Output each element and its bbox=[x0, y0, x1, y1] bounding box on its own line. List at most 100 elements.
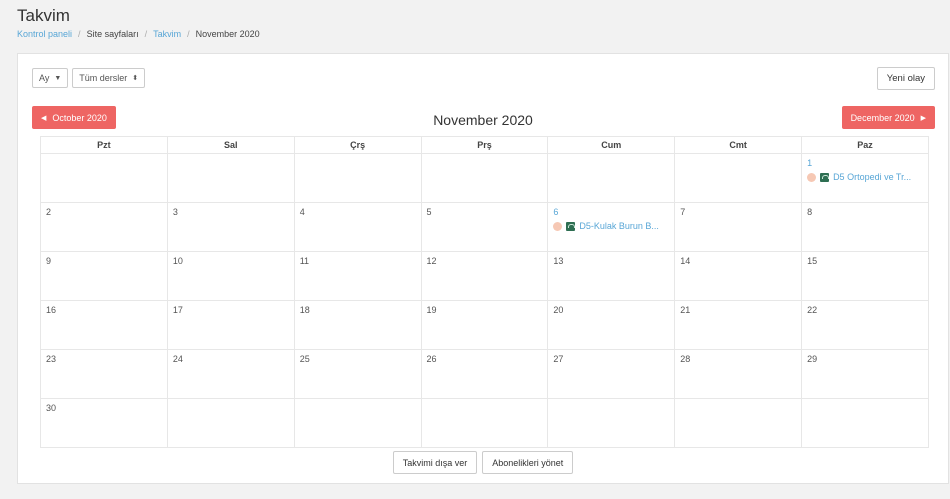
day-cell[interactable]: 22 bbox=[801, 300, 929, 350]
new-event-button[interactable]: Yeni olay bbox=[876, 67, 935, 90]
day-cell[interactable]: 8 bbox=[801, 202, 929, 252]
view-select[interactable]: Ay ▼ bbox=[32, 68, 69, 88]
day-cell[interactable]: 7 bbox=[674, 202, 803, 252]
course-select[interactable]: Tüm dersler ⬍ bbox=[72, 68, 146, 88]
day-cell[interactable]: 15 bbox=[801, 251, 929, 301]
calendar-event[interactable]: D5 Ortopedi ve Tr... bbox=[807, 172, 923, 182]
day-cell[interactable]: 14 bbox=[674, 251, 803, 301]
event-title[interactable]: D5 Ortopedi ve Tr... bbox=[833, 172, 911, 182]
day-number: 14 bbox=[680, 256, 691, 266]
day-number: 13 bbox=[553, 256, 564, 266]
calendar-event[interactable]: D5-Kulak Burun B... bbox=[553, 221, 669, 231]
weekday-header: Sal bbox=[166, 136, 295, 154]
day-number: 9 bbox=[46, 256, 52, 266]
day-cell-empty bbox=[547, 153, 676, 203]
weekday-header: Cmt bbox=[674, 136, 803, 154]
page-title: Takvim bbox=[17, 6, 70, 25]
day-cell-empty bbox=[420, 398, 549, 448]
day-cell[interactable]: 11 bbox=[293, 251, 422, 301]
weekday-header: Pzt bbox=[40, 136, 168, 154]
week-row: 23 24 25 26 27 28 29 bbox=[40, 349, 929, 399]
day-cell[interactable]: 18 bbox=[293, 300, 422, 350]
weekday-header: Paz bbox=[801, 136, 929, 154]
day-number: 3 bbox=[172, 207, 178, 217]
day-number: 5 bbox=[426, 207, 432, 217]
day-cell-empty bbox=[801, 398, 929, 448]
breadcrumb: Kontrol paneli / Site sayfaları / Takvim… bbox=[17, 29, 260, 39]
next-month-button[interactable]: December 2020 ▶ bbox=[841, 106, 935, 129]
breadcrumb-separator: / bbox=[187, 29, 190, 39]
breadcrumb-dashboard[interactable]: Kontrol paneli bbox=[17, 29, 72, 39]
day-cell[interactable]: 6 D5-Kulak Burun B... bbox=[547, 202, 676, 252]
day-cell[interactable]: 23 bbox=[40, 349, 168, 399]
day-number: 16 bbox=[46, 305, 57, 315]
day-cell[interactable]: 3 bbox=[166, 202, 295, 252]
day-number: 23 bbox=[46, 354, 57, 364]
course-select-value: Tüm dersler bbox=[79, 73, 128, 83]
view-select-value: Ay bbox=[39, 73, 50, 83]
next-month-label: December 2020 bbox=[850, 112, 915, 123]
day-number: 11 bbox=[299, 256, 310, 266]
day-cell-empty bbox=[293, 153, 422, 203]
day-cell[interactable]: 2 bbox=[40, 202, 168, 252]
day-cell[interactable]: 4 bbox=[293, 202, 422, 252]
week-row: 16 17 18 19 20 21 22 bbox=[40, 300, 929, 350]
export-calendar-button[interactable]: Takvimi dışa ver bbox=[392, 451, 478, 474]
day-cell[interactable]: 27 bbox=[547, 349, 676, 399]
day-cell[interactable]: 12 bbox=[420, 251, 549, 301]
day-number: 26 bbox=[426, 354, 437, 364]
day-number: 18 bbox=[299, 305, 310, 315]
weekday-header-row: Pzt Sal Çrş Prş Cum Cmt Paz bbox=[40, 136, 929, 154]
day-cell-empty bbox=[293, 398, 422, 448]
manage-subscriptions-button[interactable]: Abonelikleri yönet bbox=[482, 451, 574, 474]
day-number: 17 bbox=[172, 305, 183, 315]
day-cell[interactable]: 10 bbox=[166, 251, 295, 301]
day-number: 24 bbox=[172, 354, 183, 364]
breadcrumb-site-pages: Site sayfaları bbox=[86, 29, 139, 39]
event-dot-icon bbox=[807, 172, 817, 182]
caret-down-icon: ▼ bbox=[54, 74, 62, 82]
day-cell[interactable]: 1 D5 Ortopedi ve Tr... bbox=[801, 153, 929, 203]
day-cell[interactable]: 30 bbox=[40, 398, 168, 448]
day-number: 4 bbox=[299, 207, 305, 217]
day-cell-empty bbox=[420, 153, 549, 203]
weekday-header: Prş bbox=[420, 136, 549, 154]
day-cell[interactable]: 20 bbox=[547, 300, 676, 350]
day-cell[interactable]: 16 bbox=[40, 300, 168, 350]
page-header: Takvim Kontrol paneli / Site sayfaları /… bbox=[17, 6, 260, 39]
day-cell[interactable]: 13 bbox=[547, 251, 676, 301]
day-cell[interactable]: 17 bbox=[166, 300, 295, 350]
day-cell[interactable]: 25 bbox=[293, 349, 422, 399]
day-cell-empty bbox=[674, 398, 803, 448]
day-number[interactable]: 6 bbox=[553, 207, 669, 218]
day-cell[interactable]: 21 bbox=[674, 300, 803, 350]
day-number: 25 bbox=[299, 354, 310, 364]
breadcrumb-separator: / bbox=[144, 29, 148, 39]
day-cell-empty bbox=[166, 398, 295, 448]
day-number: 20 bbox=[553, 305, 564, 315]
day-cell[interactable]: 26 bbox=[420, 349, 549, 399]
day-cell-empty bbox=[166, 153, 295, 203]
breadcrumb-calendar[interactable]: Takvim bbox=[153, 29, 181, 39]
day-cell-empty bbox=[40, 153, 168, 203]
calendar-grid: Pzt Sal Çrş Prş Cum Cmt Paz 1 D5 Ortoped… bbox=[40, 136, 929, 448]
day-number: 15 bbox=[807, 256, 818, 266]
weekday-header: Çrş bbox=[293, 136, 422, 154]
day-cell[interactable]: 24 bbox=[166, 349, 295, 399]
day-number: 8 bbox=[807, 207, 813, 217]
day-cell-empty bbox=[547, 398, 676, 448]
sort-arrows-icon: ⬍ bbox=[132, 75, 139, 82]
day-cell[interactable]: 28 bbox=[674, 349, 803, 399]
day-cell[interactable]: 19 bbox=[420, 300, 549, 350]
calendar-card: Ay ▼ Tüm dersler ⬍ Yeni olay ◀ October 2… bbox=[17, 53, 949, 484]
day-number: 29 bbox=[807, 354, 818, 364]
day-cell-empty bbox=[674, 153, 803, 203]
event-title[interactable]: D5-Kulak Burun B... bbox=[579, 221, 659, 231]
day-number[interactable]: 1 bbox=[807, 158, 923, 169]
day-number: 27 bbox=[553, 354, 564, 364]
day-cell[interactable]: 9 bbox=[40, 251, 168, 301]
course-event-icon bbox=[820, 172, 830, 182]
day-cell[interactable]: 29 bbox=[801, 349, 929, 399]
day-number: 12 bbox=[426, 256, 437, 266]
day-cell[interactable]: 5 bbox=[420, 202, 549, 252]
